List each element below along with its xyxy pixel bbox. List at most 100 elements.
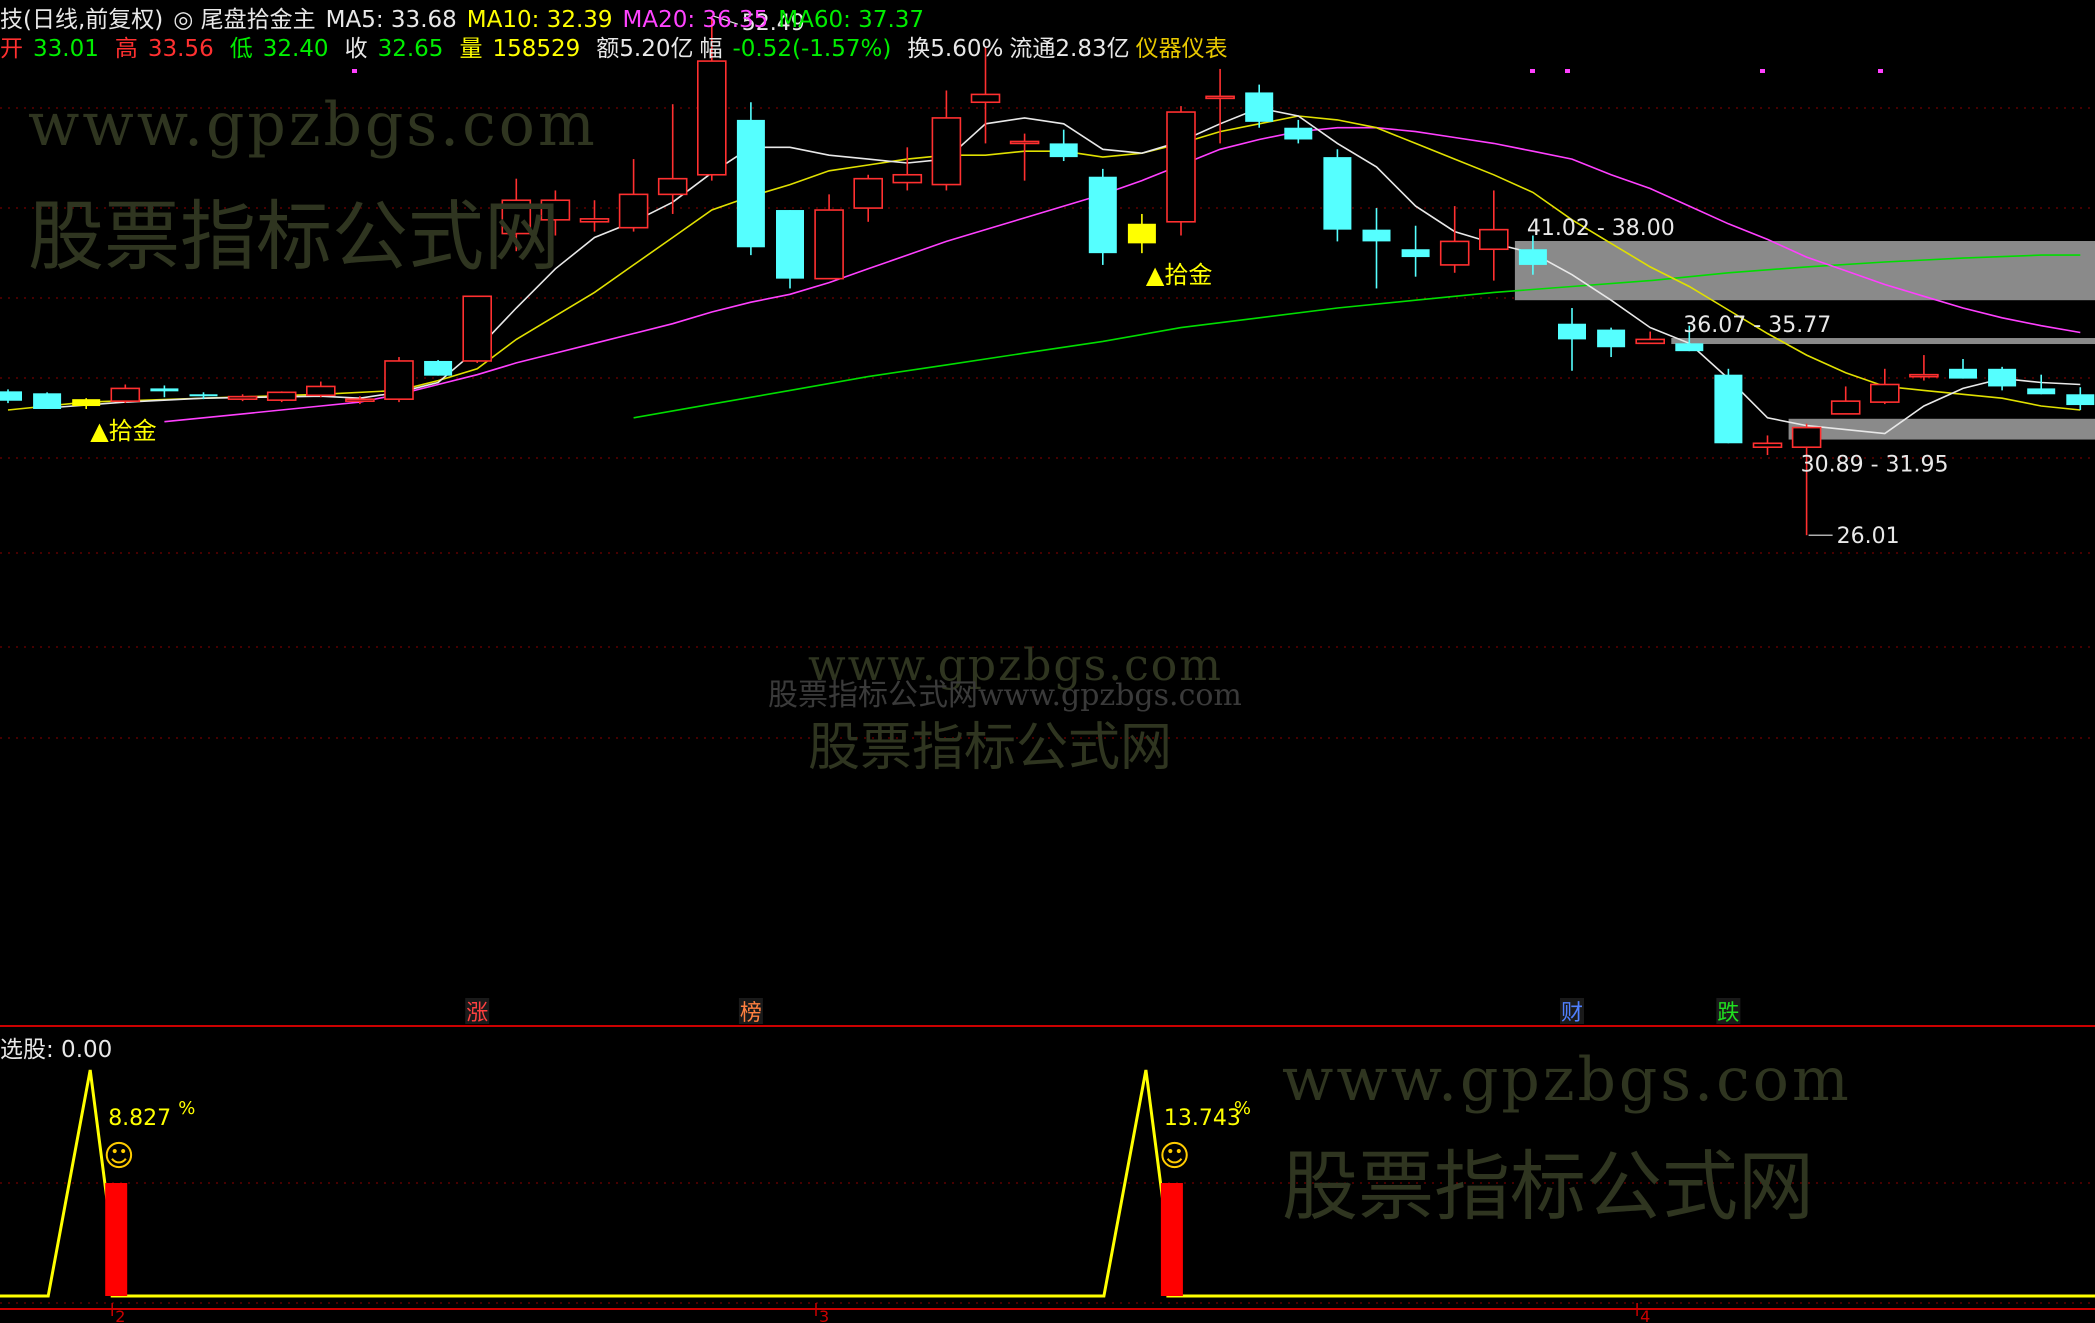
- candle-22: [853, 174, 884, 222]
- event-marker-2: 财: [1561, 1001, 1583, 1026]
- indicator-signal-label-0: 8.827: [108, 1106, 171, 1131]
- top-dot-0: [352, 69, 357, 73]
- candle-body: [736, 119, 765, 248]
- high-value: 33.56: [147, 36, 214, 62]
- candle-body: [424, 360, 453, 376]
- candle-body: [970, 93, 1001, 104]
- candle-body: [0, 391, 22, 401]
- indicator-signal-unit-0: %: [178, 1098, 195, 1119]
- candle-17: [657, 104, 688, 214]
- candle-body: [305, 385, 336, 397]
- candle-3: [110, 384, 141, 404]
- candle-35: [1362, 208, 1391, 289]
- candle-body: [1558, 323, 1586, 340]
- candle-body: [696, 60, 727, 176]
- candle-36: [1401, 225, 1430, 277]
- candle-body: [110, 387, 141, 402]
- candle-13: [501, 178, 532, 252]
- candle-32: [1245, 84, 1274, 128]
- candle-body: [462, 295, 493, 362]
- candle-body: [1791, 426, 1822, 449]
- candle-body: [1830, 400, 1861, 415]
- candle-7: [266, 391, 297, 403]
- candle-body: [1362, 229, 1391, 242]
- candle-body: [1323, 157, 1352, 230]
- candle-body: [1284, 127, 1313, 140]
- candle-45: [1752, 435, 1783, 456]
- candle-body: [33, 393, 62, 409]
- candle-26: [1009, 133, 1040, 181]
- indicator-signal-unit-1: %: [1234, 1098, 1251, 1119]
- top-dot-3: [1760, 69, 1765, 73]
- candle-0: [0, 389, 22, 404]
- close-label: 收: [344, 36, 368, 62]
- month-label-2: 4: [1640, 1307, 1650, 1323]
- candle-34: [1323, 149, 1352, 242]
- high-label: 高: [114, 36, 138, 62]
- candle-body: [1597, 329, 1626, 348]
- candle-2: [72, 398, 101, 409]
- turnover-value: 换5.60%: [907, 36, 1004, 62]
- candle-6: [227, 394, 258, 402]
- ma60-value: MA60: 37.37: [778, 7, 925, 33]
- candle-body: [657, 177, 688, 196]
- candle-body: [1245, 92, 1274, 122]
- indicator-line: [0, 1069, 2095, 1298]
- candle-49: [1909, 355, 1939, 381]
- amount-value: 额5.20亿: [596, 36, 694, 62]
- candle-11: [424, 359, 453, 376]
- candle-51: [1988, 366, 2017, 391]
- month-label-1: 3: [819, 1307, 829, 1323]
- indicator-bar-1: [1160, 1183, 1183, 1296]
- candle-body: [150, 388, 179, 392]
- event-marker-3: 跌: [1717, 1001, 1739, 1026]
- event-marker-0: 涨: [466, 1001, 488, 1026]
- candle-body: [2027, 388, 2056, 395]
- change-value: -0.52(-1.57%): [732, 36, 892, 62]
- candle-body: [1205, 95, 1235, 100]
- candle-15: [579, 200, 610, 232]
- top-dot-2: [1565, 69, 1570, 73]
- candle-47: [1830, 386, 1861, 415]
- candle-body: [1870, 383, 1900, 403]
- candle-body: [776, 210, 804, 279]
- candle-42: [1635, 331, 1665, 345]
- candle-body: [1752, 442, 1783, 448]
- sub-panel-label: 选股: 0.00: [0, 1037, 113, 1063]
- candle-12: [462, 295, 493, 363]
- top-dot-1: [1530, 69, 1535, 73]
- zone-label-1: 36.07 - 35.77: [1683, 313, 1831, 338]
- candle-30: [1166, 106, 1196, 236]
- candle-body: [540, 199, 571, 221]
- header-ma-row: 技(日线,前复权) ◎ 尾盘拾金主 MA5: 33.68 MA10: 32.39 MA2…: [0, 6, 934, 34]
- candle-37: [1439, 206, 1470, 273]
- candle-46: [1791, 423, 1822, 536]
- candle-body: [1049, 143, 1078, 158]
- candle-body: [892, 173, 923, 184]
- candle-body: [1909, 373, 1939, 378]
- smiley-icon: ☺: [1159, 1139, 1190, 1174]
- sector-link[interactable]: 仪器仪表: [1136, 36, 1228, 62]
- candle-38: [1479, 190, 1509, 281]
- float-cap-value: 流通2.83亿: [1009, 36, 1130, 62]
- ma5-value: MA5: 33.68: [325, 7, 457, 33]
- stock-title: 技(日线,前复权): [0, 7, 164, 33]
- candle-body: [1127, 223, 1156, 244]
- stock-chart[interactable]: ▲拾金 ▲拾金 41.02 - 38.00 36.07 - 35.77 30.89 - …: [0, 0, 2095, 1323]
- candle-10: [384, 357, 414, 403]
- candle-body: [1714, 374, 1743, 444]
- zone-label-0: 41.02 - 38.00: [1527, 216, 1675, 241]
- price-zone-1: [1671, 338, 2095, 345]
- candle-27: [1049, 129, 1078, 162]
- candle-48: [1870, 368, 1900, 405]
- candle-body: [189, 394, 218, 397]
- candle-21: [814, 194, 844, 280]
- close-value: 32.65: [377, 36, 444, 62]
- price-zone-0: [1514, 241, 2095, 301]
- candle-52: [2027, 374, 2056, 395]
- candle-body: [931, 117, 962, 186]
- chart-stage[interactable]: ▲拾金 ▲拾金 41.02 - 38.00 36.07 - 35.77 30.89 - …: [0, 0, 2095, 1323]
- candle-body: [1401, 249, 1430, 258]
- candle-31: [1205, 68, 1235, 144]
- candle-body: [1009, 140, 1040, 145]
